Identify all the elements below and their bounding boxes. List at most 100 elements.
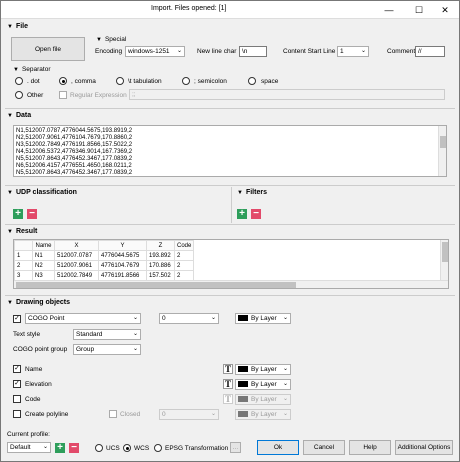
radio-dot[interactable]: [15, 77, 23, 85]
regex-input[interactable]: ;;: [129, 89, 445, 100]
radio-epsg[interactable]: [154, 444, 162, 452]
code-color-select[interactable]: By Layer ⌄: [235, 394, 291, 405]
polyline-checkbox[interactable]: [13, 410, 21, 418]
column-header[interactable]: Code: [173, 240, 195, 251]
color-select[interactable]: By Layer ⌄: [235, 313, 291, 324]
maximize-button[interactable]: ☐: [405, 1, 433, 19]
data-line: N5,512007.8643,4776452.3467,177.0839,2: [16, 156, 133, 162]
drawing-section-header[interactable]: ▼ Drawing objects: [7, 299, 70, 306]
content-start-select[interactable]: 1 ⌄: [337, 46, 369, 57]
ucs-label: UCS: [106, 445, 120, 452]
layer-select[interactable]: 0 ⌄: [159, 313, 219, 324]
divider: [5, 295, 455, 296]
text-style-icon[interactable]: T: [223, 364, 233, 374]
data-textarea[interactable]: N1,512007.0787,4776044.5675,193.8919,2 N…: [13, 125, 447, 177]
profile-select[interactable]: Default ⌄: [7, 442, 51, 453]
add-udp-button[interactable]: +: [13, 209, 23, 219]
remove-udp-button[interactable]: −: [27, 209, 37, 219]
data-scrollbar[interactable]: [438, 126, 446, 176]
chevron-down-icon: ⌄: [360, 48, 366, 54]
column-header[interactable]: Y: [98, 240, 147, 251]
close-button[interactable]: ✕: [431, 1, 459, 19]
color-swatch: [238, 366, 248, 373]
comment-input[interactable]: //: [415, 46, 445, 57]
result-vscroll[interactable]: [440, 240, 448, 280]
additional-options-button[interactable]: Additional Options: [395, 440, 453, 455]
radio-tab[interactable]: [116, 77, 124, 85]
column-header[interactable]: Name: [32, 240, 55, 251]
column-header[interactable]: [14, 240, 33, 251]
expand-icon: ▼: [96, 37, 102, 43]
expand-icon: ▼: [13, 67, 19, 73]
file-section-header[interactable]: ▼ File: [7, 23, 28, 30]
chevron-down-icon: ⌄: [282, 381, 288, 387]
polyline-layer-select[interactable]: 0 ⌄: [159, 409, 219, 420]
cancel-button[interactable]: Cancel: [303, 440, 345, 455]
data-lines: N1,512007.0787,4776044.5675,193.8919,2 N…: [16, 128, 132, 177]
cell-name: N3: [32, 270, 55, 281]
newline-label: New line char: [197, 48, 237, 55]
encoding-select[interactable]: windows-1251 ⌄: [125, 46, 185, 57]
udp-section-header[interactable]: ▼ UDP classification: [7, 189, 77, 196]
polyline-color-select[interactable]: By Layer ⌄: [235, 409, 291, 420]
remove-filter-button[interactable]: −: [251, 209, 261, 219]
elevation-color-select[interactable]: By Layer ⌄: [235, 379, 291, 390]
filters-section-header[interactable]: ▼ Filters: [237, 189, 267, 196]
add-filter-button[interactable]: +: [237, 209, 247, 219]
open-file-button[interactable]: Open file: [11, 37, 85, 61]
regex-checkbox[interactable]: [59, 91, 67, 99]
radio-comma[interactable]: [59, 77, 67, 85]
minimize-button[interactable]: —: [375, 1, 403, 19]
ok-button[interactable]: Ok: [257, 440, 299, 455]
help-button[interactable]: Help: [349, 440, 391, 455]
column-header[interactable]: Z: [146, 240, 175, 251]
expand-icon: ▼: [7, 113, 13, 119]
code-checkbox[interactable]: [13, 395, 21, 403]
radio-space[interactable]: [248, 77, 256, 85]
remove-profile-button[interactable]: −: [69, 443, 79, 453]
comment-label: Comment: [387, 48, 416, 55]
divider: [5, 224, 455, 225]
name-color-select[interactable]: By Layer ⌄: [235, 364, 291, 375]
object-type-select[interactable]: COGO Point ⌄: [25, 313, 141, 324]
cogo-point-checkbox[interactable]: ✓: [13, 315, 21, 323]
table-row[interactable]: 3 N3 512002.7849 4776191.8566 157.502 2: [14, 270, 195, 281]
cell-name: N2: [32, 260, 55, 271]
special-header[interactable]: ▼ Special: [96, 36, 126, 43]
cell-z: 193.892: [146, 250, 175, 261]
separator-header[interactable]: ▼ Separator: [13, 66, 51, 73]
chevron-down-icon: ⌄: [132, 315, 138, 321]
text-style-icon[interactable]: T: [223, 379, 233, 389]
radio-other[interactable]: [15, 91, 23, 99]
epsg-options-button[interactable]: ...: [230, 442, 241, 453]
add-profile-button[interactable]: +: [55, 443, 65, 453]
title-bar: Import. Files opened: [1] — ☐ ✕: [1, 1, 459, 19]
table-row[interactable]: 1 N1 512007.0787 4776044.5675 193.892 2: [14, 250, 195, 261]
newline-input[interactable]: \n: [239, 46, 267, 57]
elevation-checkbox[interactable]: ✓: [13, 380, 21, 388]
row-index: 1: [14, 250, 33, 261]
text-style-select[interactable]: Standard ⌄: [73, 329, 141, 340]
text-style-icon[interactable]: T: [223, 394, 233, 404]
point-group-select[interactable]: Group ⌄: [73, 344, 141, 355]
result-section-header[interactable]: ▼ Result: [7, 228, 37, 235]
column-header[interactable]: X: [54, 240, 99, 251]
data-section-header[interactable]: ▼ Data: [7, 112, 31, 119]
cell-code: 2: [173, 260, 195, 271]
radio-comma-label: , comma: [71, 78, 96, 85]
result-hscroll[interactable]: [14, 280, 448, 288]
point-group-label: COGO point group: [13, 346, 68, 353]
code-label: Code: [25, 396, 41, 403]
radio-semicolon[interactable]: [182, 77, 190, 85]
data-line: N5,512007.8643,4776452.3467,177.0839,2: [16, 170, 133, 176]
radio-wcs[interactable]: [123, 444, 131, 452]
closed-checkbox[interactable]: [109, 410, 117, 418]
radio-space-label: space: [261, 78, 279, 85]
table-row[interactable]: 2 N2 512007.9061 4776104.7679 170.886 2: [14, 260, 195, 271]
chevron-down-icon: ⌄: [176, 48, 182, 54]
encoding-label: Encoding: [95, 48, 123, 55]
radio-ucs[interactable]: [95, 444, 103, 452]
name-checkbox[interactable]: ✓: [13, 365, 21, 373]
cell-x: 512007.9061: [54, 260, 99, 271]
chevron-down-icon: ⌄: [282, 411, 288, 417]
